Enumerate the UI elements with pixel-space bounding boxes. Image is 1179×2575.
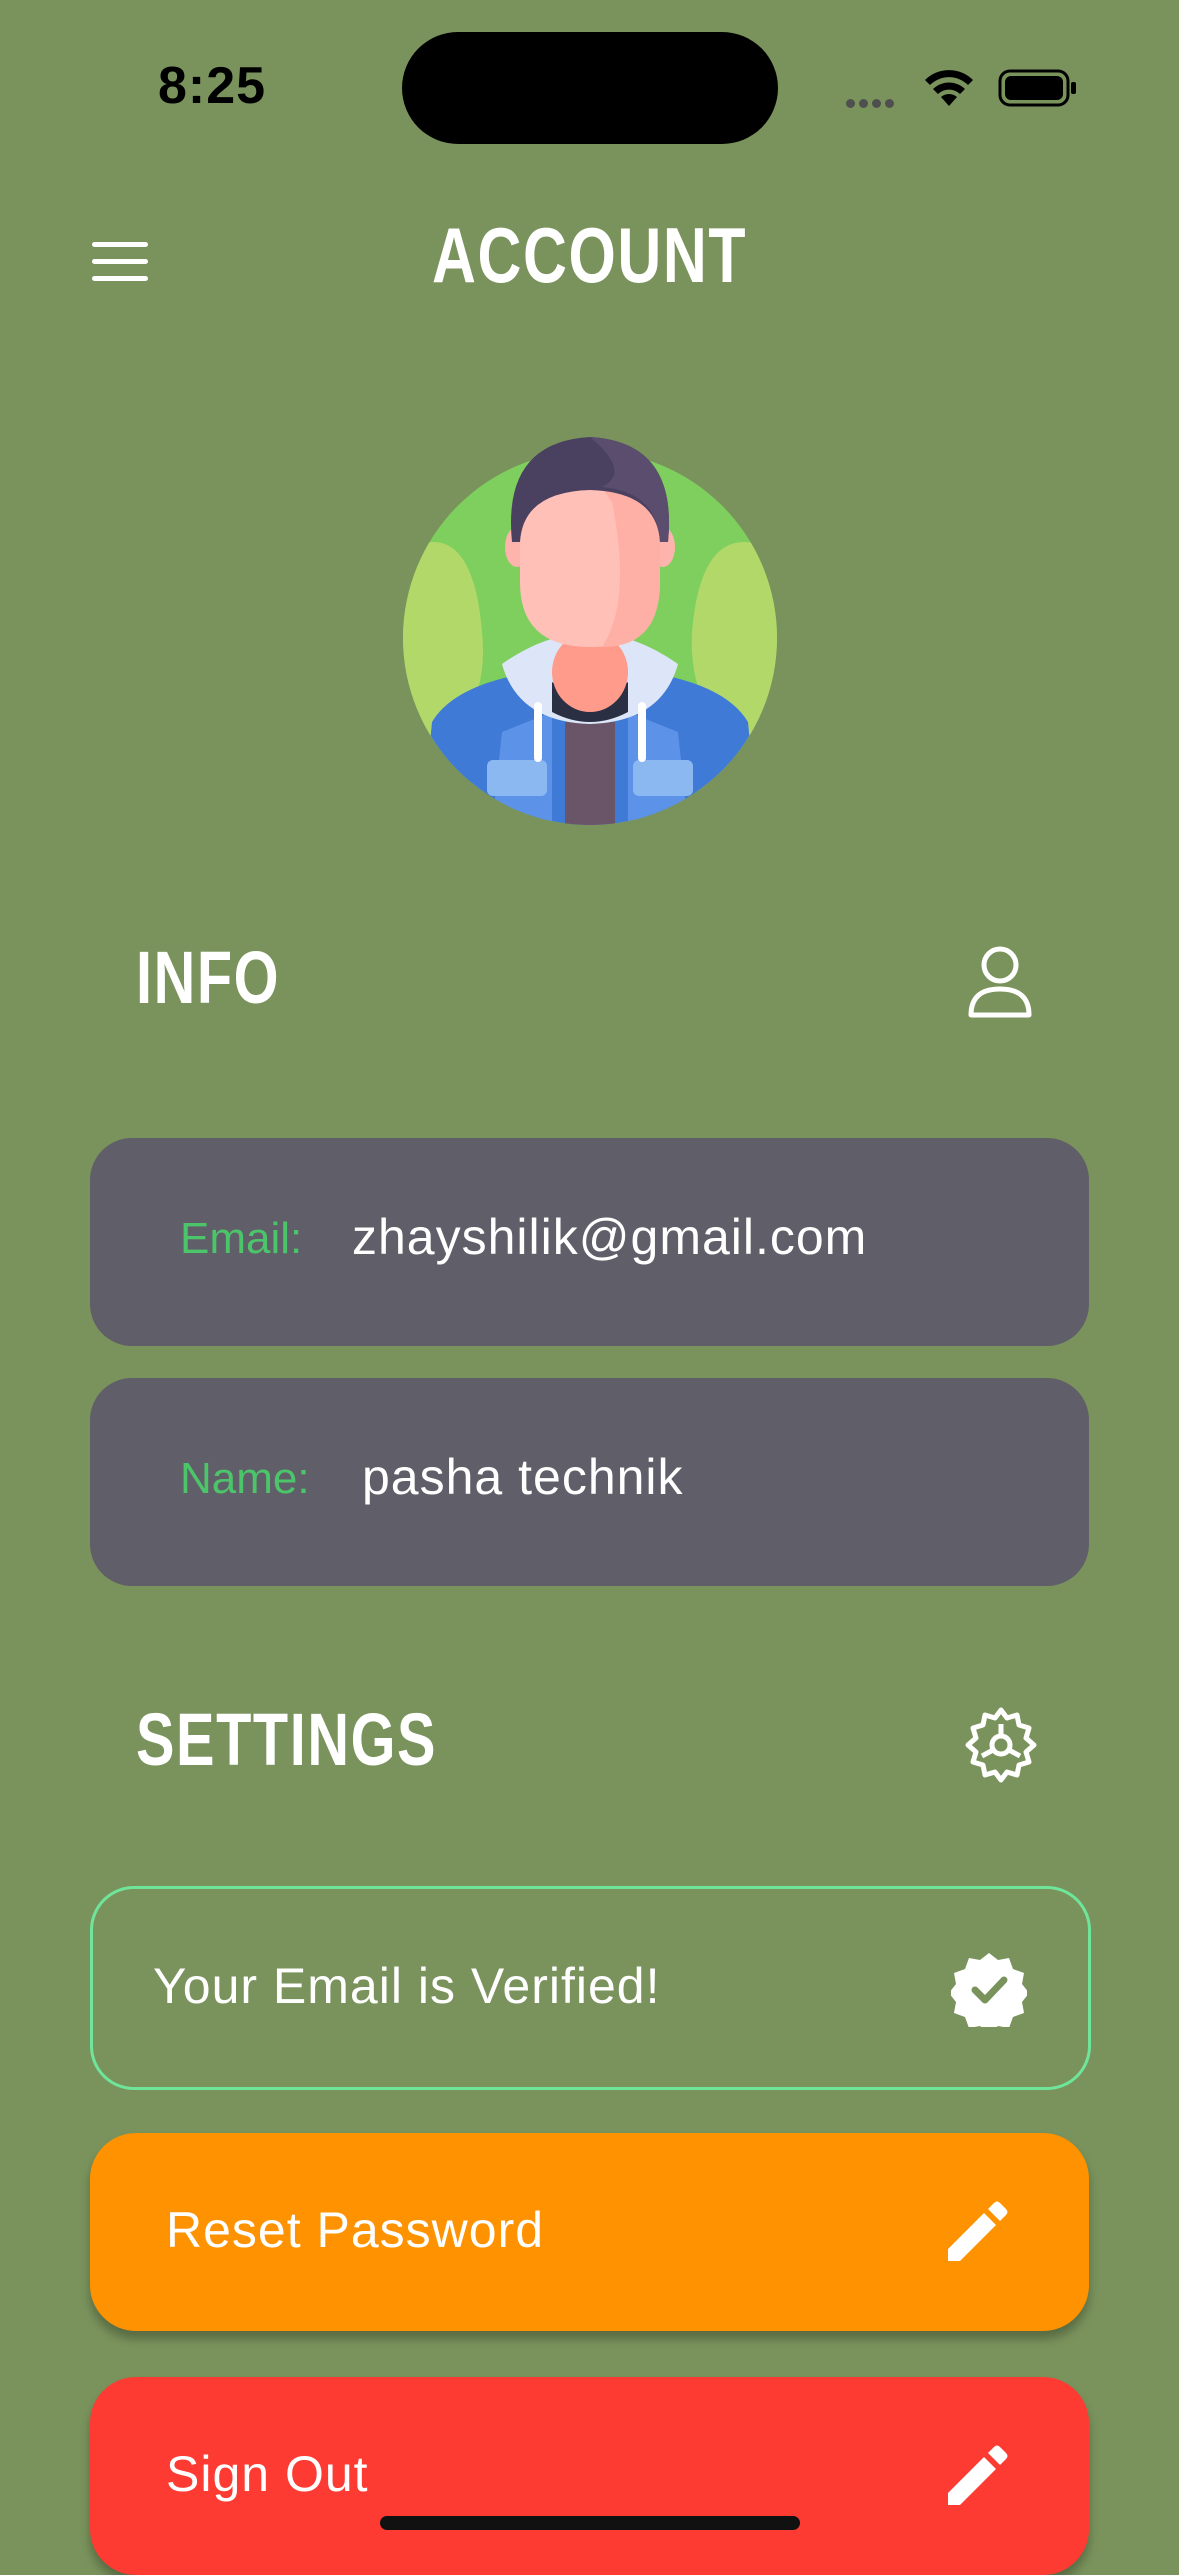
avatar	[403, 437, 777, 825]
email-label: Email:	[180, 1214, 303, 1263]
info-heading: INFO	[136, 936, 281, 1019]
status-time: 8:25	[158, 57, 267, 115]
sign-out-button[interactable]: Sign Out	[90, 2377, 1089, 2575]
gear-icon	[965, 1707, 1037, 1783]
name-value: pasha technik	[362, 1449, 684, 1505]
page-title: ACCOUNT	[431, 211, 748, 299]
name-card: Name: pasha technik	[90, 1378, 1089, 1586]
name-label: Name:	[180, 1454, 310, 1503]
pencil-icon	[948, 2201, 1008, 2261]
email-verified-status: Your Email is Verified!	[90, 1886, 1091, 2090]
settings-heading: SETTINGS	[136, 1698, 438, 1781]
home-indicator[interactable]	[380, 2516, 800, 2530]
verified-text: Your Email is Verified!	[153, 1958, 661, 2014]
pencil-icon	[948, 2445, 1008, 2505]
battery-icon	[998, 69, 1076, 107]
verified-badge-icon	[951, 1953, 1027, 2027]
email-value: zhayshilik@gmail.com	[352, 1209, 868, 1265]
sign-out-label: Sign Out	[166, 2446, 369, 2502]
reset-password-label: Reset Password	[166, 2202, 545, 2258]
reset-password-button[interactable]: Reset Password	[90, 2133, 1089, 2331]
wifi-icon	[925, 70, 973, 106]
email-card: Email: zhayshilik@gmail.com	[90, 1138, 1089, 1346]
cellular-signal-icon	[846, 95, 904, 108]
dynamic-island	[402, 32, 778, 144]
person-outline-icon	[968, 946, 1032, 1018]
